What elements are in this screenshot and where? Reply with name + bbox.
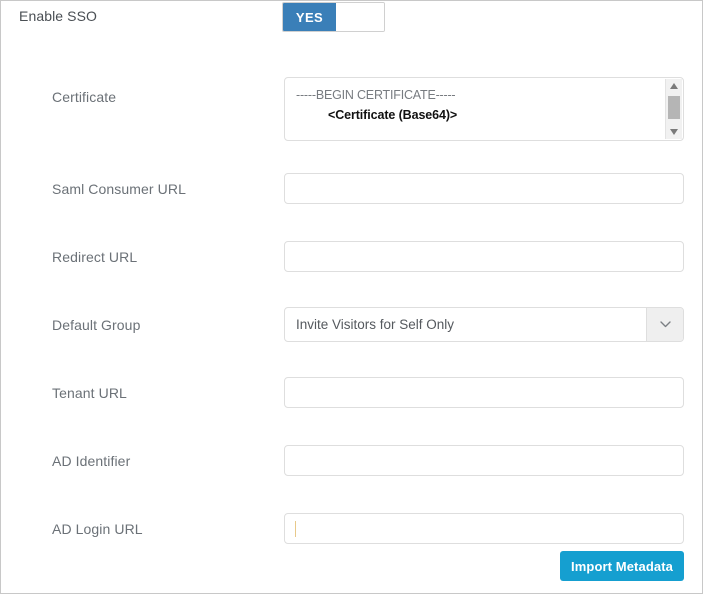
certificate-row: Certificate -----BEGIN CERTIFICATE----- … [1,77,704,141]
default-group-selected-value[interactable]: Invite Visitors for Self Only [285,308,646,341]
toggle-yes-segment[interactable]: YES [283,3,336,31]
redirect-url-label: Redirect URL [52,249,138,265]
scrollbar-thumb[interactable] [668,96,680,119]
triangle-up-icon[interactable] [666,79,682,93]
chevron-down-icon[interactable] [646,308,683,341]
certificate-base64-line: <Certificate (Base64)> [328,108,458,122]
certificate-begin-line: -----BEGIN CERTIFICATE----- [296,88,456,102]
redirect-url-input[interactable] [284,241,684,272]
certificate-scrollbar[interactable] [665,79,682,139]
enable-sso-label: Enable SSO [19,8,98,24]
ad-identifier-input[interactable] [284,445,684,476]
ad-login-url-label: AD Login URL [52,521,143,537]
ad-identifier-label: AD Identifier [52,453,131,469]
import-metadata-button[interactable]: Import Metadata [560,551,684,581]
certificate-label: Certificate [52,89,117,105]
tenant-url-input[interactable] [284,377,684,408]
saml-consumer-url-label: Saml Consumer URL [52,181,186,197]
saml-consumer-url-input[interactable] [284,173,684,204]
default-group-label: Default Group [52,317,141,333]
tenant-url-label: Tenant URL [52,385,127,401]
default-group-select[interactable]: Invite Visitors for Self Only [284,307,684,342]
enable-sso-row: Enable SSO YES [1,1,704,35]
ad-login-url-input[interactable] [284,513,684,544]
sso-settings-panel: Enable SSO YES Certificate -----BEGIN CE… [0,0,703,594]
text-caret [295,521,296,537]
certificate-textarea[interactable]: -----BEGIN CERTIFICATE----- <Certificate… [284,77,684,141]
toggle-off-segment[interactable] [336,3,384,31]
enable-sso-toggle[interactable]: YES [282,2,385,32]
triangle-down-icon[interactable] [666,125,682,139]
certificate-placeholder-text: -----BEGIN CERTIFICATE----- <Certificate… [296,85,661,125]
